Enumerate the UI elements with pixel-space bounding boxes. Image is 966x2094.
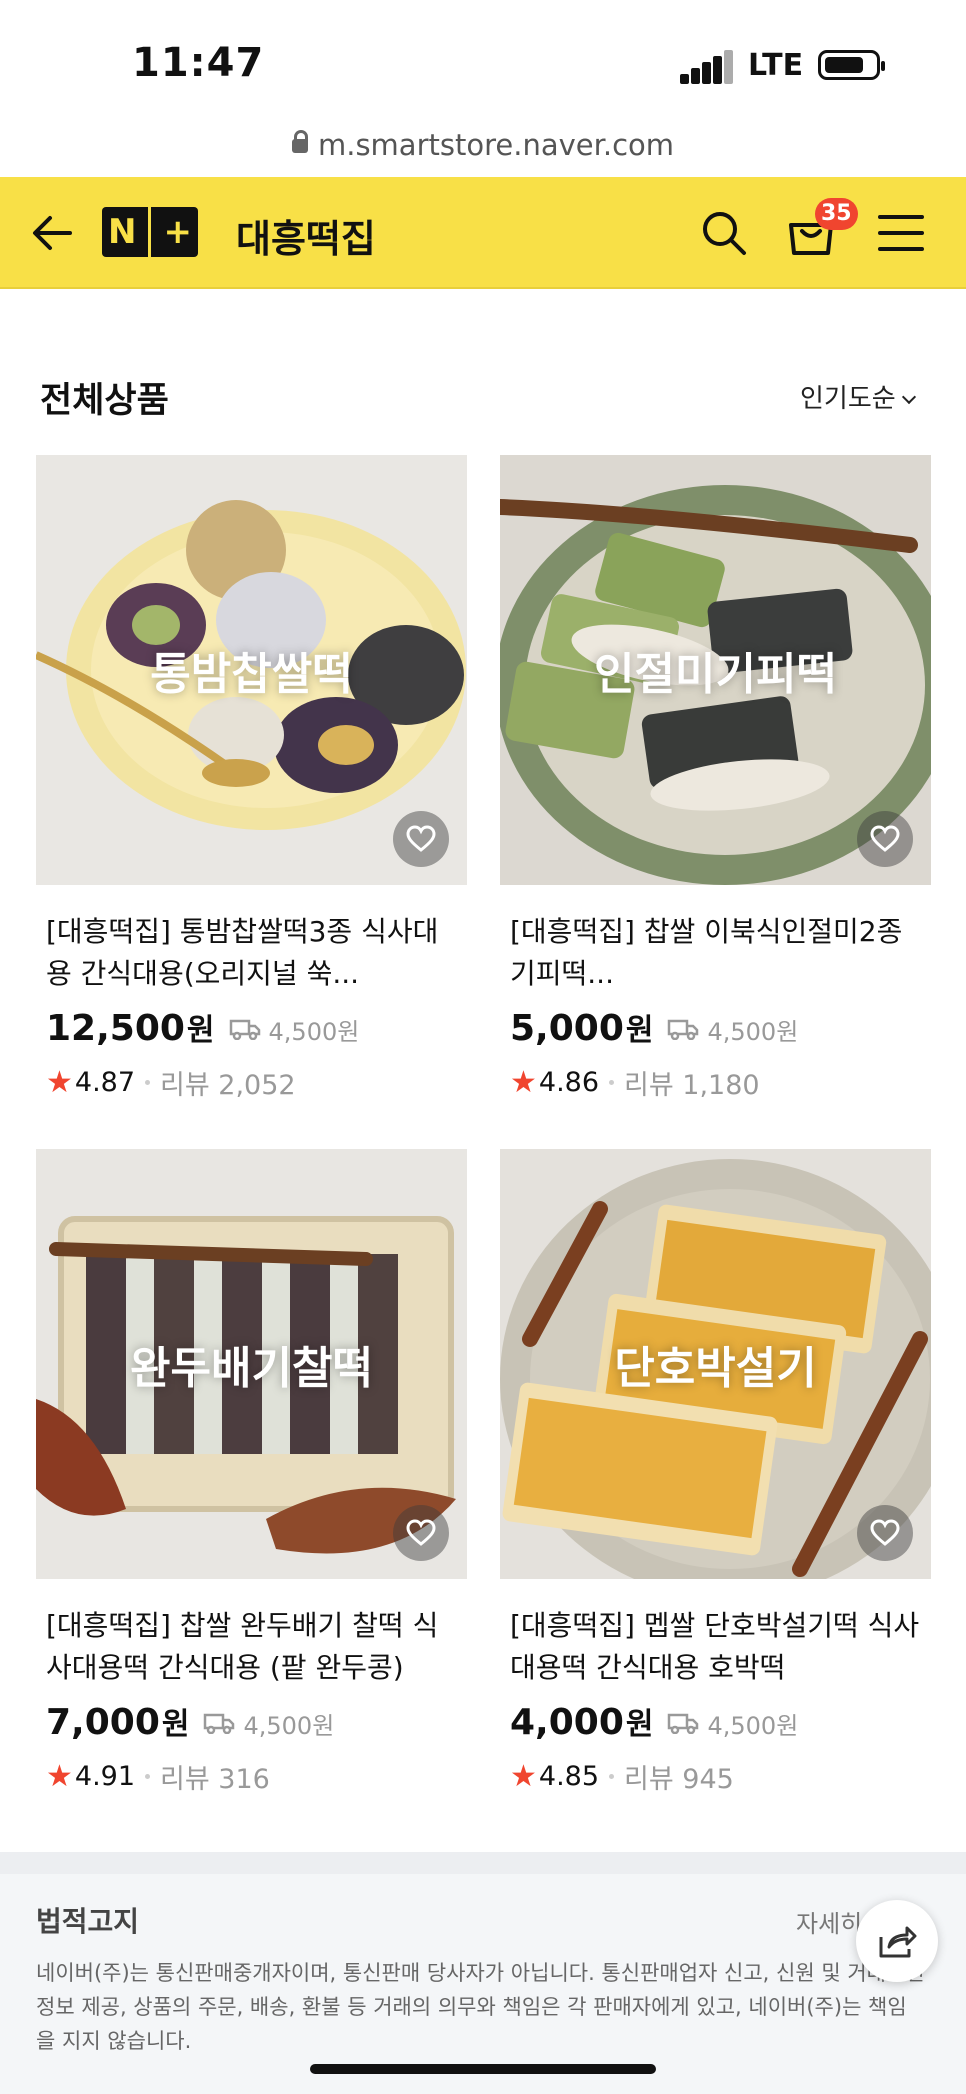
naver-plus-logo[interactable]: N + xyxy=(102,207,198,257)
product-price: 4,000 xyxy=(510,1702,624,1743)
product-price: 5,000 xyxy=(510,1008,624,1049)
legal-title: 법적고지 xyxy=(36,1905,140,1938)
legal-more-link[interactable]: 자세히 xyxy=(796,1904,862,1939)
shipping-fee-text: 4,500원 xyxy=(707,1711,799,1740)
review-count: 리뷰 2,052 xyxy=(160,1070,296,1101)
section-title: 전체상품 xyxy=(40,381,169,421)
wishlist-button[interactable] xyxy=(393,811,449,867)
price-unit: 원 xyxy=(161,1707,190,1742)
chevron-down-icon xyxy=(901,389,916,405)
legal-notice: 법적고지 자세히 네이버(주)는 통신판매중개자이며, 통신판매 당사자가 아닙… xyxy=(0,1852,966,2094)
address-bar[interactable]: m.smartstore.naver.com xyxy=(0,128,966,162)
product-title[interactable]: [대흥떡집] 통밤찹쌀떡3종 식사대용 간식대용(오리지널 쑥... xyxy=(46,911,457,995)
shipping-fee: 4,500원 xyxy=(203,1706,334,1741)
share-button[interactable] xyxy=(856,1900,938,1982)
product-image-label: 완두배기찰떡 xyxy=(130,1343,373,1394)
delivery-truck-icon xyxy=(204,1713,235,1734)
product-price: 7,000 xyxy=(46,1702,160,1743)
product-card[interactable]: 인절미기피떡 [대흥떡집] 찹쌀 이북식인절미2종 기피떡... 5,000 원 … xyxy=(500,455,931,1102)
rating-row: ★ 4.85 리뷰 945 xyxy=(510,1757,921,1796)
heart-icon xyxy=(406,825,436,852)
rating-row: ★ 4.86 리뷰 1,180 xyxy=(510,1063,921,1102)
status-bar: 11:47 LTE m.smartstore.naver.com xyxy=(0,0,966,162)
wishlist-button[interactable] xyxy=(393,1505,449,1561)
shipping-fee: 4,500원 xyxy=(667,1706,798,1741)
star-icon: ★ xyxy=(46,1065,73,1100)
product-card[interactable]: 통밤찹쌀떡 [대흥떡집] 통밤찹쌀떡3종 식사대용 간식대용(오리지널 쑥...… xyxy=(36,455,467,1102)
rating-score: 4.87 xyxy=(74,1067,136,1098)
wishlist-button[interactable] xyxy=(857,811,913,867)
product-image[interactable]: 완두배기찰떡 xyxy=(36,1149,467,1579)
rating-row: ★ 4.87 리뷰 2,052 xyxy=(46,1063,457,1102)
shipping-fee: 4,500원 xyxy=(229,1012,360,1047)
delivery-truck-icon xyxy=(229,1019,260,1040)
cart-count-badge: 35 xyxy=(815,198,858,230)
price-unit: 원 xyxy=(625,1707,654,1742)
lock-icon xyxy=(291,130,308,153)
sort-label: 인기도순 xyxy=(800,384,896,414)
star-icon: ★ xyxy=(510,1065,537,1100)
star-icon: ★ xyxy=(46,1759,73,1794)
review-count: 리뷰 1,180 xyxy=(624,1070,760,1101)
heart-icon xyxy=(870,825,900,852)
wishlist-button[interactable] xyxy=(857,1505,913,1561)
review-count: 리뷰 945 xyxy=(624,1764,734,1795)
heart-icon xyxy=(870,1519,900,1546)
store-header: N + 대흥떡집 35 xyxy=(0,177,966,289)
product-price: 12,500 xyxy=(46,1008,185,1049)
price-unit: 원 xyxy=(625,1013,654,1048)
price-row: 4,000 원 4,500원 xyxy=(510,1699,921,1745)
rating-row: ★ 4.91 리뷰 316 xyxy=(46,1757,457,1796)
back-arrow-icon[interactable] xyxy=(30,213,74,253)
signal-icon xyxy=(680,50,733,84)
rating-score: 4.86 xyxy=(538,1067,600,1098)
price-row: 5,000 원 4,500원 xyxy=(510,1005,921,1051)
battery-icon xyxy=(818,50,885,80)
product-image[interactable]: 단호박설기 xyxy=(500,1149,931,1579)
product-title[interactable]: [대흥떡집] 찹쌀 완두배기 찰떡 식사대용떡 간식대용 (팥 완두콩) xyxy=(46,1605,457,1689)
price-unit: 원 xyxy=(186,1013,215,1048)
product-card[interactable]: 단호박설기 [대흥떡집] 멥쌀 단호박설기떡 식사대용떡 간식대용 호박떡 4,… xyxy=(500,1149,931,1796)
product-title[interactable]: [대흥떡집] 찹쌀 이북식인절미2종 기피떡... xyxy=(510,911,921,995)
shipping-fee-text: 4,500원 xyxy=(268,1017,360,1046)
share-icon xyxy=(879,1926,917,1958)
product-title[interactable]: [대흥떡집] 멥쌀 단호박설기떡 식사대용떡 간식대용 호박떡 xyxy=(510,1605,921,1689)
url-text: m.smartstore.naver.com xyxy=(317,128,675,162)
product-card[interactable]: 완두배기찰떡 [대흥떡집] 찹쌀 완두배기 찰떡 식사대용떡 간식대용 (팥 완… xyxy=(36,1149,467,1796)
shipping-fee: 4,500원 xyxy=(667,1012,798,1047)
network-type: LTE xyxy=(748,48,804,83)
sort-dropdown[interactable]: 인기도순 xyxy=(800,378,916,415)
product-image-label: 통밤찹쌀떡 xyxy=(150,649,353,700)
store-name[interactable]: 대흥떡집 xyxy=(236,208,376,263)
heart-icon xyxy=(406,1519,436,1546)
review-count: 리뷰 316 xyxy=(160,1764,270,1795)
delivery-truck-icon xyxy=(668,1713,699,1734)
price-row: 12,500 원 4,500원 xyxy=(46,1005,457,1051)
product-image[interactable]: 통밤찹쌀떡 xyxy=(36,455,467,885)
product-image-label: 인절미기피떡 xyxy=(594,649,837,700)
rating-score: 4.91 xyxy=(74,1761,136,1792)
delivery-truck-icon xyxy=(668,1019,699,1040)
star-icon: ★ xyxy=(510,1759,537,1794)
shipping-fee-text: 4,500원 xyxy=(243,1711,335,1740)
price-row: 7,000 원 4,500원 xyxy=(46,1699,457,1745)
product-image-label: 단호박설기 xyxy=(614,1343,817,1394)
home-indicator[interactable] xyxy=(310,2064,656,2074)
search-icon[interactable] xyxy=(700,209,748,257)
menu-icon[interactable] xyxy=(878,213,924,253)
rating-score: 4.85 xyxy=(538,1761,600,1792)
product-image[interactable]: 인절미기피떡 xyxy=(500,455,931,885)
status-time: 11:47 xyxy=(132,40,265,86)
legal-text: 네이버(주)는 통신판매중개자이며, 통신판매 당사자가 아닙니다. 통신판매업… xyxy=(36,1961,925,2053)
shipping-fee-text: 4,500원 xyxy=(707,1017,799,1046)
